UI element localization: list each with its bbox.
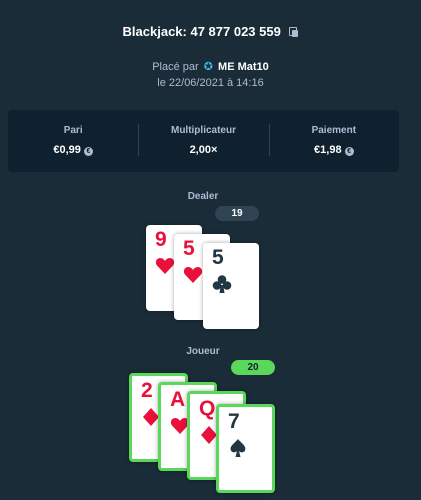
dealer-score-badge: 19: [215, 206, 259, 221]
club-icon: [212, 275, 232, 293]
dealer-label: Dealer: [187, 191, 219, 202]
heart-icon: [155, 258, 175, 274]
multiplier-label: Multiplicateur: [170, 125, 236, 136]
bet-label: Pari: [63, 125, 83, 136]
card-rank: A: [170, 388, 186, 411]
card-rank: 2: [141, 379, 153, 402]
player-label: Joueur: [186, 346, 220, 357]
player-card: 7: [216, 404, 275, 493]
bet-value: €0,99: [53, 144, 81, 156]
payout-value: €1,98: [314, 144, 342, 156]
heart-icon: [183, 267, 203, 283]
payout-label: Paiement: [311, 125, 357, 136]
card-rank: 5: [212, 246, 224, 269]
card-rank: 7: [228, 410, 240, 433]
card-rank: 9: [155, 228, 167, 251]
spade-icon: [230, 439, 246, 457]
multiplier-value: 2,00×: [189, 144, 218, 156]
placed-by-prefix: Placé par: [152, 61, 199, 73]
bet-title: Blackjack: 47 877 023 559: [122, 24, 281, 39]
bet-title-row: Blackjack: 47 877 023 559: [0, 24, 421, 39]
placed-by-row: Placé par ✪ ME Mat10: [0, 60, 421, 73]
vip-star-icon: ✪: [203, 61, 213, 73]
card-rank: Q: [199, 397, 216, 420]
payout-value-row: €1,98 €: [269, 144, 399, 156]
bet-value-row: €0,99 €: [8, 144, 138, 156]
multiplier-stat: Multiplicateur 2,00×: [138, 110, 268, 172]
bet-date: le 22/06/2021 à 14:16: [157, 77, 264, 89]
player-score-badge: 20: [231, 360, 275, 375]
bet-stat: Pari €0,99 €: [8, 110, 138, 172]
bet-details-page: Blackjack: 47 877 023 559 Placé par ✪ ME…: [0, 0, 421, 500]
card-rank: 5: [183, 237, 195, 260]
copy-icon[interactable]: [289, 27, 299, 37]
bet-stats-panel: Pari €0,99 € Multiplicateur 2,00× Paiemen…: [8, 110, 399, 172]
dealer-card: 5: [203, 243, 259, 329]
currency-coin-icon: €: [83, 147, 93, 156]
username-link[interactable]: ME Mat10: [218, 61, 269, 73]
payout-stat: Paiement €1,98 €: [268, 110, 399, 172]
currency-coin-icon: €: [344, 147, 354, 156]
